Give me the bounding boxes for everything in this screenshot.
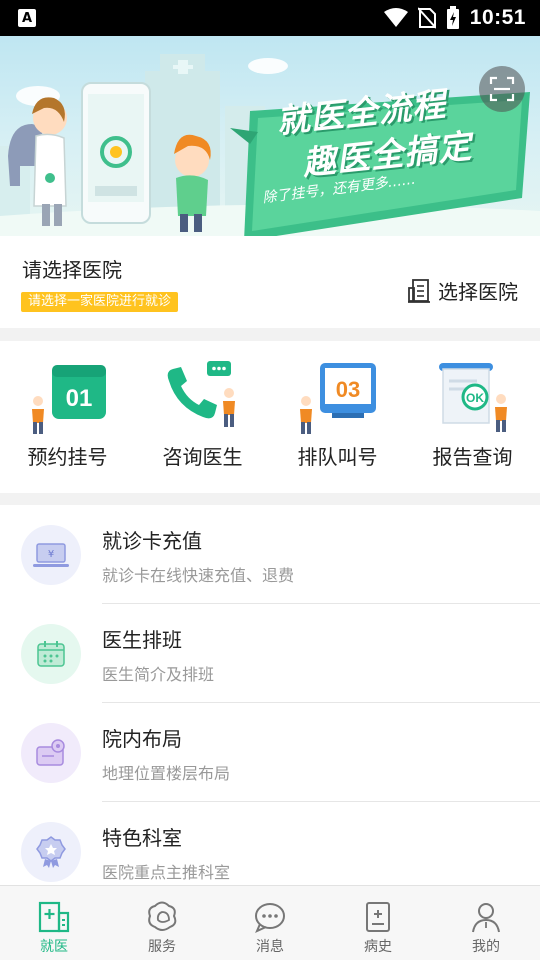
hospital-section: 请选择医院 请选择一家医院进行就诊 选择医院 bbox=[0, 236, 540, 328]
quick-queue[interactable]: 03 排队叫号 bbox=[270, 341, 405, 493]
medical-record-icon bbox=[366, 902, 390, 932]
nav-item-profile[interactable]: 我的 bbox=[432, 886, 540, 960]
nav-item-messages[interactable]: 消息 bbox=[216, 886, 324, 960]
map-pin-icon bbox=[21, 723, 81, 783]
quick-report[interactable]: OK 报告查询 bbox=[405, 341, 540, 493]
wifi-icon bbox=[383, 8, 408, 27]
service-subtitle: 地理位置楼层布局 bbox=[102, 764, 231, 783]
service-doctor-schedule[interactable]: 医生排班 医生简介及排班 bbox=[0, 604, 540, 703]
scan-button[interactable] bbox=[479, 66, 525, 112]
nav-item-history[interactable]: 病史 bbox=[324, 886, 432, 960]
quick-consult-label: 咨询医生 bbox=[162, 445, 243, 469]
status-bar: A 10:51 bbox=[0, 0, 540, 36]
quick-consult[interactable]: 咨询医生 bbox=[135, 341, 270, 493]
nav-item-medical[interactable]: 就医 bbox=[0, 886, 108, 960]
nav-label: 服务 bbox=[148, 939, 176, 955]
select-hospital-button[interactable]: 选择医院 bbox=[408, 276, 518, 305]
user-icon bbox=[472, 903, 500, 933]
services-list: ¥ 就诊卡充值 就诊卡在线快速充值、退费 医生排班 医生简介及排班 院内布局 地… bbox=[0, 505, 540, 885]
hospital-building-icon bbox=[408, 278, 430, 303]
service-subtitle: 就诊卡在线快速充值、退费 bbox=[102, 566, 295, 585]
bottom-nav: 就医 服务 消息 病史 我的 bbox=[0, 885, 540, 960]
no-sim-icon bbox=[417, 7, 436, 29]
badge-03: 03 bbox=[336, 377, 360, 402]
calendar-01-icon: 01 bbox=[32, 365, 106, 434]
phone-consult-icon bbox=[167, 361, 235, 427]
quick-appointment[interactable]: 01 预约挂号 bbox=[0, 341, 135, 493]
service-hospital-layout[interactable]: 院内布局 地理位置楼层布局 bbox=[0, 703, 540, 802]
nav-label: 病史 bbox=[364, 939, 392, 955]
nav-label: 消息 bbox=[256, 939, 284, 955]
leaf-service-icon bbox=[148, 901, 177, 931]
service-title: 特色科室 bbox=[102, 826, 182, 850]
app-notification-icon: A bbox=[18, 9, 36, 27]
calendar-icon bbox=[21, 624, 81, 684]
service-title: 院内布局 bbox=[102, 727, 182, 751]
badge-ok: OK bbox=[466, 391, 484, 405]
clock: 10:51 bbox=[469, 6, 526, 29]
nav-label: 我的 bbox=[472, 939, 500, 955]
quick-report-label: 报告查询 bbox=[432, 445, 513, 469]
card-recharge-icon: ¥ bbox=[21, 525, 81, 585]
quick-appointment-label: 预约挂号 bbox=[27, 445, 108, 469]
hospital-hint-tag: 请选择一家医院进行就诊 bbox=[21, 292, 179, 312]
hospital-title[interactable]: 请选择医院 bbox=[22, 254, 122, 283]
service-card-recharge[interactable]: ¥ 就诊卡充值 就诊卡在线快速充值、退费 bbox=[0, 505, 540, 604]
svg-text:¥: ¥ bbox=[48, 549, 54, 560]
report-ok-icon: OK bbox=[439, 363, 507, 432]
nav-label: 就医 bbox=[40, 939, 68, 955]
scan-icon bbox=[489, 76, 515, 102]
award-badge-icon bbox=[21, 822, 81, 882]
battery-charging-icon bbox=[446, 6, 459, 29]
service-subtitle: 医院重点主推科室 bbox=[102, 863, 231, 882]
nav-item-services[interactable]: 服务 bbox=[108, 886, 216, 960]
quick-actions: 01 预约挂号 咨询医生 03 排队叫号 OK 报告查询 bbox=[0, 341, 540, 493]
promo-banner[interactable]: 就医全流程 趣医全搞定 除了挂号，还有更多…… bbox=[0, 36, 540, 236]
queue-03-icon: 03 bbox=[300, 363, 376, 434]
badge-01: 01 bbox=[66, 385, 93, 412]
service-title: 医生排班 bbox=[102, 628, 182, 652]
hospital-nav-icon bbox=[38, 901, 70, 933]
quick-queue-label: 排队叫号 bbox=[297, 445, 378, 469]
service-title: 就诊卡充值 bbox=[102, 529, 202, 553]
select-hospital-label: 选择医院 bbox=[438, 280, 518, 304]
chat-bubble-icon bbox=[255, 903, 285, 933]
service-subtitle: 医生简介及排班 bbox=[102, 665, 215, 684]
